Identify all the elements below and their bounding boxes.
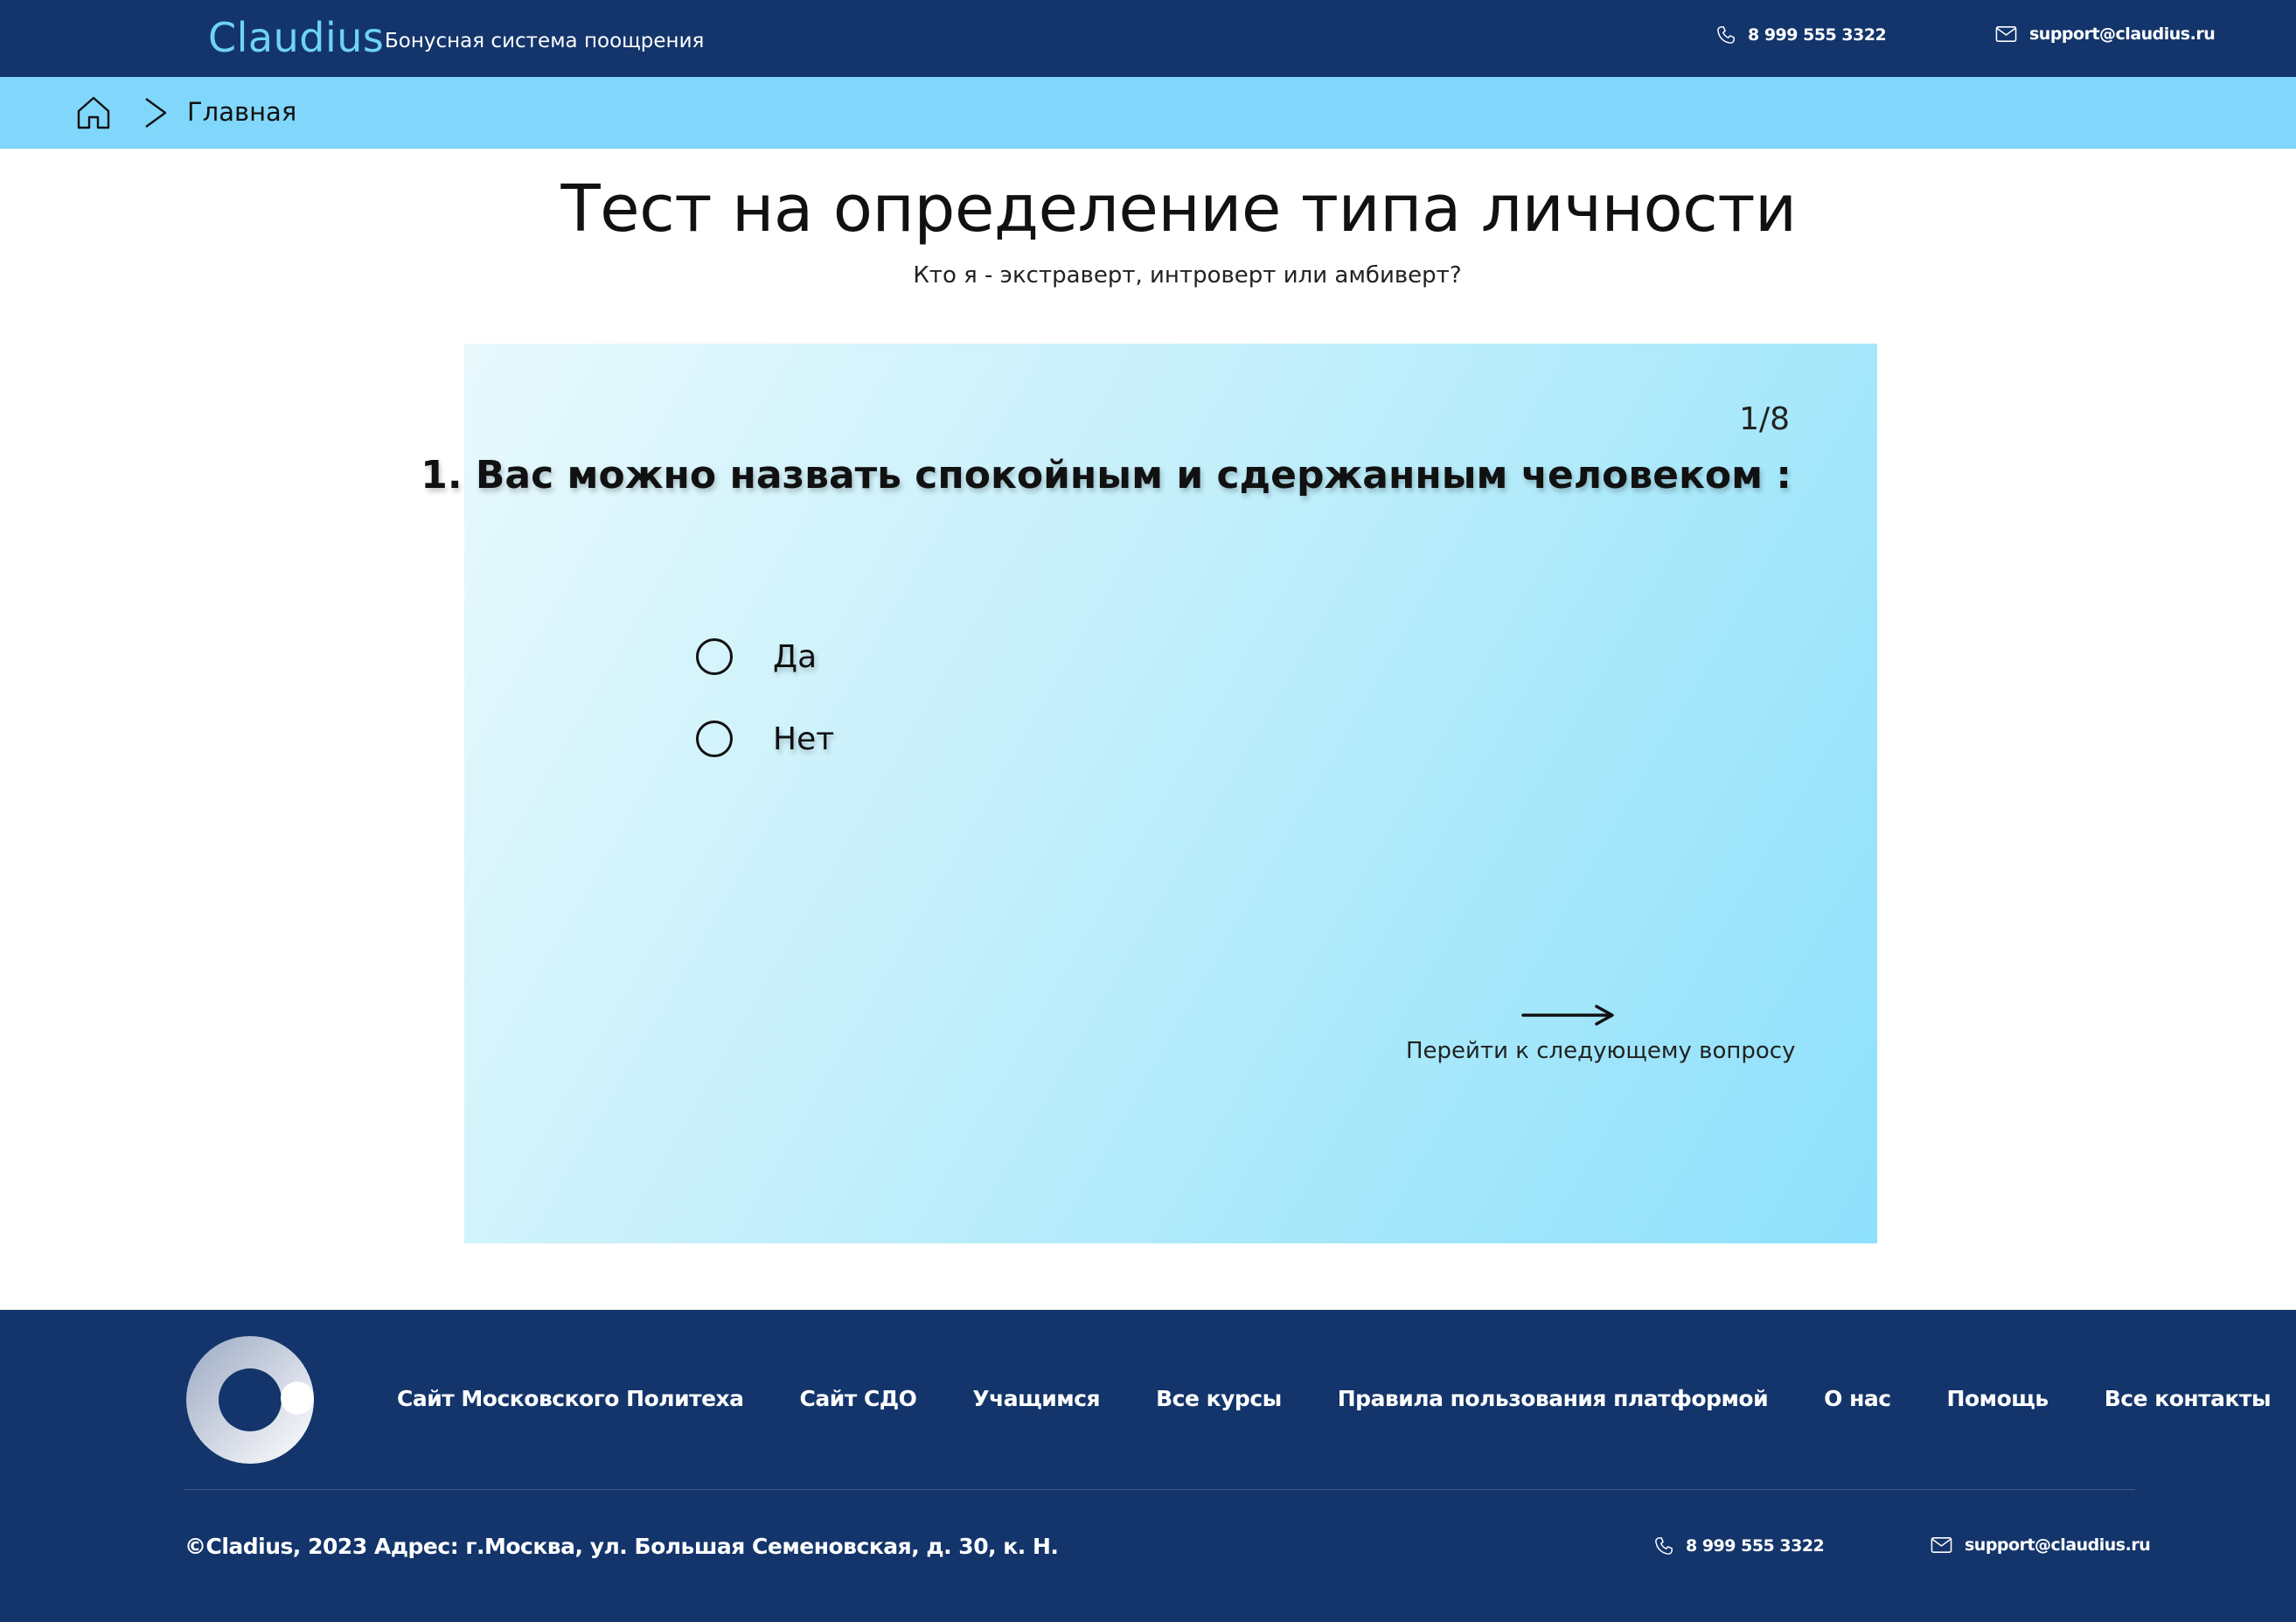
phone-icon [1655, 1537, 1673, 1555]
footer: Сайт Московского Политеха Сайт СДО Учащи… [0, 1310, 2296, 1622]
footer-email-link[interactable]: support@claudius.ru [1931, 1535, 2151, 1555]
footer-logo[interactable] [184, 1334, 316, 1469]
radio-button[interactable] [696, 721, 733, 757]
page-subtitle: Кто я - экстраверт, интроверт или амбиве… [913, 262, 1462, 289]
question-text: 1. Вас можно назвать спокойным и сдержан… [421, 453, 1792, 498]
footer-link-contacts[interactable]: Все контакты [2105, 1386, 2272, 1411]
breadcrumb: Главная [0, 77, 2296, 149]
footer-link-rules[interactable]: Правила пользования платформой [1338, 1386, 1769, 1411]
next-question-button[interactable]: Перейти к следующему вопросу [1406, 999, 1795, 1087]
radio-button[interactable] [696, 638, 733, 675]
header-email: support@claudius.ru [2029, 24, 2216, 44]
footer-nav: Сайт Московского Политеха Сайт СДО Учащи… [397, 1386, 2272, 1411]
footer-phone: 8 999 555 3322 [1686, 1536, 1825, 1556]
next-question-label: Перейти к следующему вопросу [1406, 1038, 1796, 1064]
footer-link-students[interactable]: Учащимся [972, 1386, 1100, 1411]
arrow-right-icon [1521, 1005, 1614, 1026]
chevron-right-icon [143, 96, 169, 133]
phone-icon [1717, 26, 1735, 44]
footer-link-about[interactable]: О нас [1824, 1386, 1891, 1411]
top-header: Claudius Бонусная система поощрения 8 99… [0, 0, 2296, 77]
question-counter: 1/8 [1739, 401, 1790, 437]
footer-email: support@claudius.ru [1965, 1535, 2151, 1555]
header-email-link[interactable]: support@claudius.ru [1995, 24, 2216, 44]
footer-link-sdo[interactable]: Сайт СДО [800, 1386, 917, 1411]
footer-link-courses[interactable]: Все курсы [1156, 1386, 1282, 1411]
answer-option-no[interactable]: Нет [696, 721, 834, 757]
breadcrumb-current[interactable]: Главная [187, 97, 296, 127]
footer-phone-link[interactable]: 8 999 555 3322 [1654, 1535, 1825, 1556]
header-phone-link[interactable]: 8 999 555 3322 [1716, 24, 1887, 45]
answer-option-yes[interactable]: Да [696, 638, 817, 675]
header-phone: 8 999 555 3322 [1748, 25, 1887, 45]
brand-logo[interactable]: Claudius [208, 14, 384, 61]
option-label: Да [773, 638, 818, 675]
footer-copyright: ©Cladius, 2023 [184, 1534, 367, 1559]
mail-icon [1931, 1537, 1952, 1553]
footer-address: Адрес: г.Москва, ул. Большая Семеновская… [374, 1534, 1059, 1559]
mail-icon [1995, 26, 2017, 42]
quiz-card: 1/8 1. Вас можно назвать спокойным и сде… [421, 344, 1877, 1243]
home-icon[interactable] [75, 94, 112, 135]
footer-link-help[interactable]: Помощь [1947, 1386, 2049, 1411]
footer-divider [184, 1489, 2135, 1490]
brand-tagline: Бонусная система поощрения [385, 30, 705, 52]
footer-link-polytech[interactable]: Сайт Московского Политеха [397, 1386, 744, 1411]
page-title: Тест на определение типа личности [560, 171, 1797, 247]
option-label: Нет [773, 721, 835, 757]
